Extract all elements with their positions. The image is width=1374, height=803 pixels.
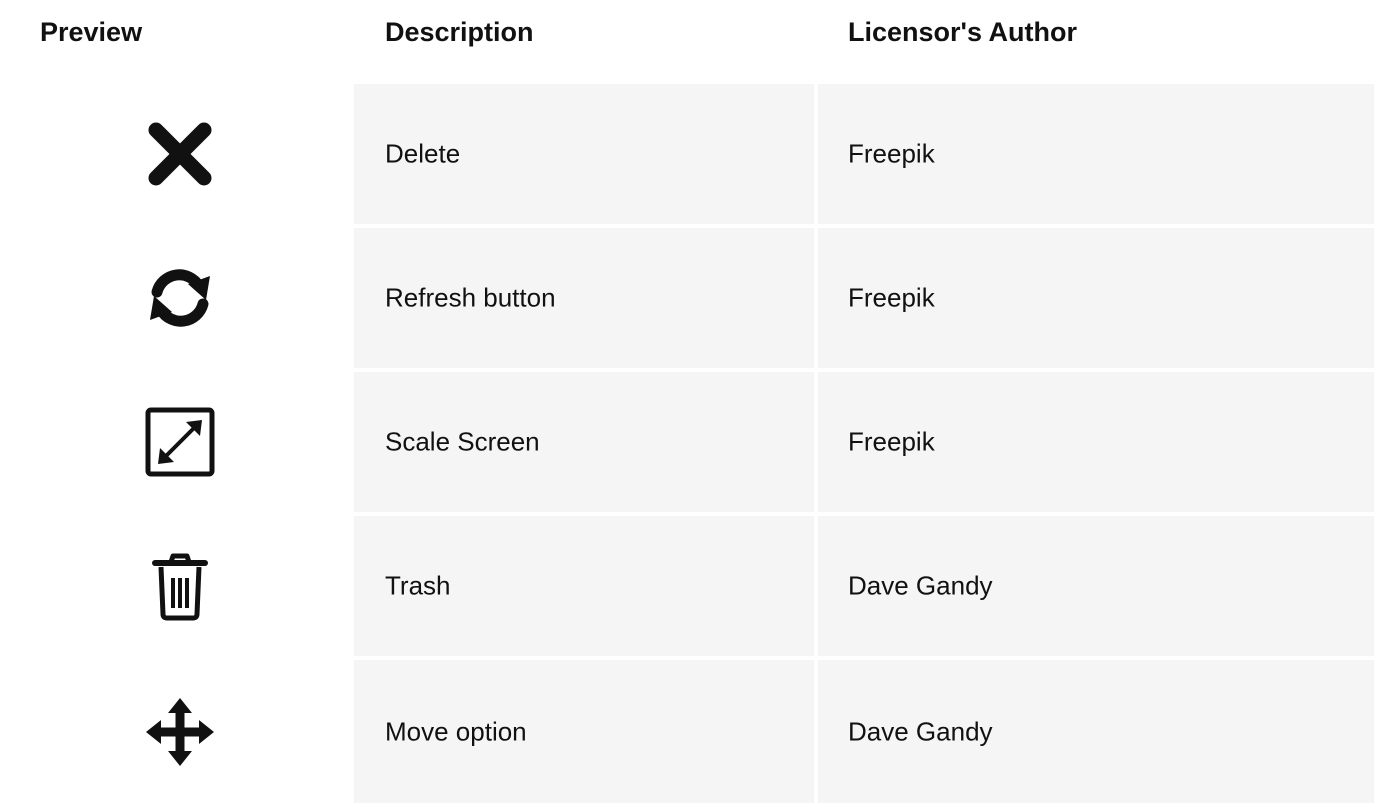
author-text: Freepik	[848, 426, 935, 457]
author-cell: Dave Gandy	[818, 660, 1374, 803]
table-row: Refresh button Freepik	[0, 228, 1374, 368]
author-text: Freepik	[848, 138, 935, 169]
refresh-icon	[144, 262, 216, 334]
description-text: Trash	[385, 570, 451, 601]
table-row: Delete Freepik	[0, 84, 1374, 224]
description-cell: Move option	[354, 660, 814, 803]
description-cell: Trash	[354, 516, 814, 656]
description-text: Delete	[385, 138, 461, 169]
table-header: Preview Description Licensor's Author	[0, 0, 1374, 84]
description-text: Scale Screen	[385, 426, 540, 457]
table-row: Move option Dave Gandy	[0, 660, 1374, 803]
author-cell: Freepik	[818, 228, 1374, 368]
trash-icon	[144, 550, 216, 622]
preview-cell	[0, 516, 354, 656]
table-body: Delete Freepik Refresh button Freepik Sc…	[0, 84, 1374, 803]
author-cell: Freepik	[818, 84, 1374, 224]
header-author: Licensor's Author	[848, 17, 1077, 47]
preview-cell	[0, 660, 354, 803]
header-description: Description	[385, 17, 534, 47]
preview-cell	[0, 228, 354, 368]
description-cell: Refresh button	[354, 228, 814, 368]
header-preview: Preview	[40, 17, 143, 47]
author-cell: Freepik	[818, 372, 1374, 512]
move-arrows-icon	[144, 696, 216, 768]
description-cell: Scale Screen	[354, 372, 814, 512]
author-text: Freepik	[848, 282, 935, 313]
close-x-icon	[144, 118, 216, 190]
description-cell: Delete	[354, 84, 814, 224]
table-row: Trash Dave Gandy	[0, 516, 1374, 656]
author-text: Dave Gandy	[848, 716, 993, 746]
author-cell: Dave Gandy	[818, 516, 1374, 656]
author-text: Dave Gandy	[848, 570, 993, 601]
description-text: Refresh button	[385, 282, 556, 313]
preview-cell	[0, 372, 354, 512]
scale-screen-icon	[144, 406, 216, 478]
preview-cell	[0, 84, 354, 224]
description-text: Move option	[385, 716, 527, 746]
table-row: Scale Screen Freepik	[0, 372, 1374, 512]
